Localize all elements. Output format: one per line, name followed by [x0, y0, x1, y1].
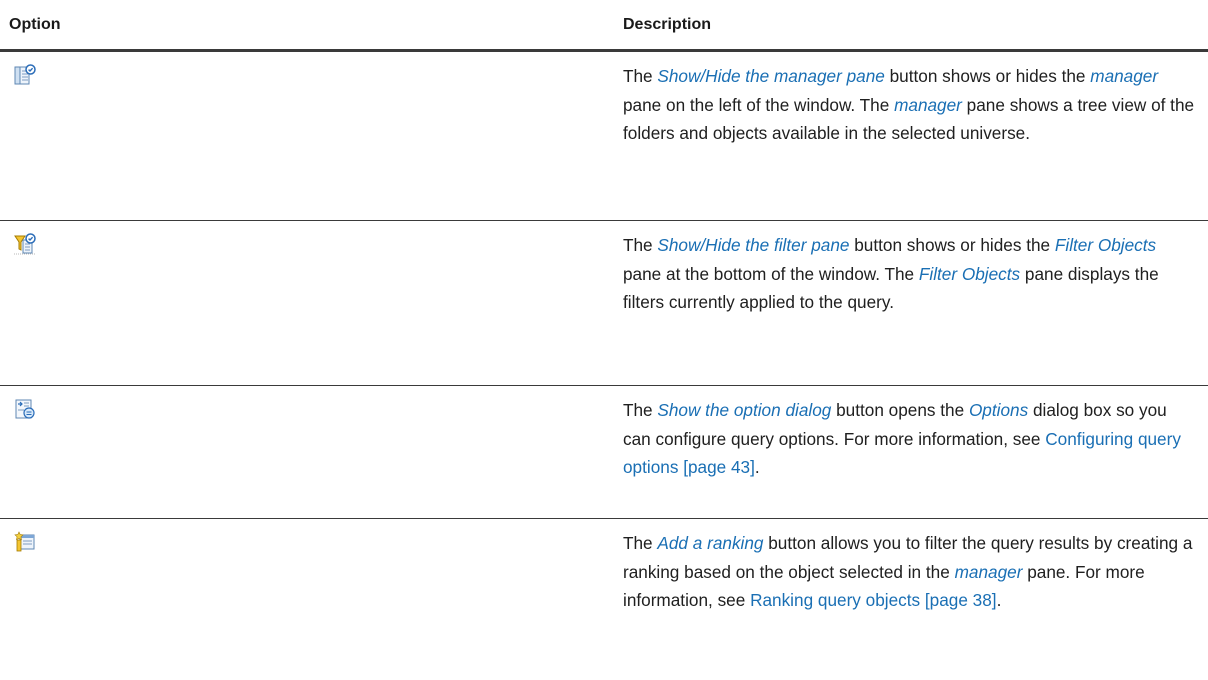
text-segment: The: [623, 400, 658, 420]
button-name: Show/Hide the filter pane: [657, 235, 850, 255]
pane-name: Filter Objects: [1054, 235, 1157, 255]
column-header-option: Option: [9, 16, 61, 33]
text-segment: The: [623, 533, 658, 553]
button-name: Show/Hide the manager pane: [657, 66, 885, 86]
ranking-query-objects-link[interactable]: Ranking query objects [page 38]: [750, 590, 997, 610]
text-segment: button shows or hides the: [849, 235, 1055, 255]
button-name: Add a ranking: [657, 533, 764, 553]
dialog-name: Options: [968, 400, 1029, 420]
pane-name: manager: [954, 561, 1023, 582]
pane-name: manager: [1090, 66, 1159, 86]
add-ranking-icon: [14, 531, 36, 553]
show-hide-filter-pane-icon: [14, 233, 36, 255]
text-segment: The: [623, 66, 658, 86]
row-description: The Show the option dialog button opens …: [623, 396, 1195, 482]
table-row: The Show/Hide the filter pane button sho…: [0, 221, 1208, 386]
text-segment: .: [996, 590, 1002, 610]
table-header: Option Description: [0, 0, 1208, 52]
text-segment: pane at the bottom of the window. The: [623, 263, 919, 284]
row-description: The Add a ranking button allows you to f…: [623, 529, 1195, 615]
table-row: The Show the option dialog button opens …: [0, 386, 1208, 519]
pane-name: manager: [894, 94, 962, 115]
text-segment: pane on the left of the window. The: [623, 94, 895, 115]
show-hide-manager-pane-icon: [14, 64, 36, 86]
row-description: The Show/Hide the filter pane button sho…: [623, 231, 1195, 317]
text-segment: button opens the: [831, 400, 969, 420]
text-segment: The: [623, 235, 658, 255]
text-segment: button shows or hides the: [884, 66, 1091, 86]
text-segment: .: [754, 457, 760, 477]
pane-name: Filter Objects: [918, 263, 1021, 284]
table-row: The Add a ranking button allows you to f…: [0, 519, 1208, 680]
button-name: Show the option dialog: [657, 400, 832, 420]
row-description: The Show/Hide the manager pane button sh…: [623, 62, 1195, 148]
table-row: The Show/Hide the manager pane button sh…: [0, 52, 1208, 221]
options-table: Option Description The Show/Hide the man…: [0, 0, 1208, 680]
column-header-description: Description: [623, 16, 712, 33]
show-option-dialog-icon: [14, 398, 36, 420]
